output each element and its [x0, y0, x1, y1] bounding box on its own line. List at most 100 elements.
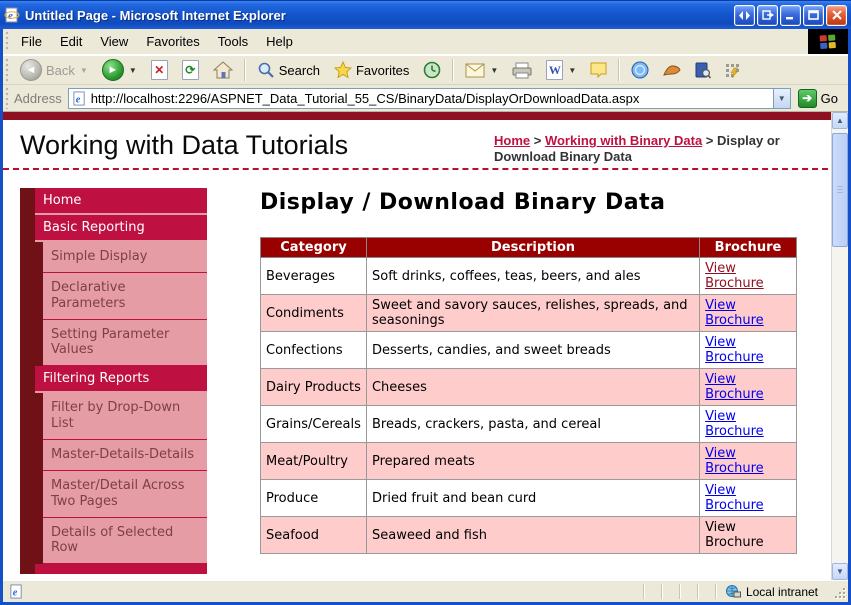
research-button[interactable] — [689, 59, 717, 82]
menubar-grip[interactable] — [5, 31, 10, 52]
edit-with-word-button[interactable]: W ▼ — [540, 57, 582, 83]
mail-button[interactable]: ▼ — [459, 60, 504, 81]
back-button[interactable]: ◄ Back ▼ — [14, 56, 94, 84]
zone-label: Local intranet — [745, 584, 818, 599]
menu-view[interactable]: View — [91, 31, 137, 52]
view-brochure-link[interactable]: View Brochure — [705, 409, 769, 439]
back-icon: ◄ — [20, 59, 42, 81]
description-cell: Dried fruit and bean curd — [365, 479, 701, 517]
description-cell: Cheeses — [365, 368, 701, 406]
main-content: Display / Download Binary Data Category D… — [260, 190, 805, 554]
home-button[interactable] — [207, 58, 239, 82]
toolbar-grip[interactable] — [5, 58, 10, 82]
vm-switch-icon[interactable] — [734, 4, 755, 26]
addon-grid-button[interactable] — [719, 60, 746, 81]
sidebar-item-details-of-selected-row[interactable]: Details of Selected Row — [43, 517, 207, 565]
vm-popout-icon[interactable] — [757, 4, 778, 26]
menu-bar: File Edit View Favorites Tools Help — [3, 29, 848, 55]
brochure-cell: View Brochure — [699, 516, 797, 554]
sidebar-item-setting-parameter-values[interactable]: Setting Parameter Values — [43, 319, 207, 367]
category-cell: Dairy Products — [260, 368, 367, 406]
stop-button[interactable]: ✕ — [145, 57, 174, 83]
view-brochure-link[interactable]: View Brochure — [705, 372, 769, 402]
sidebar-item-basic-reporting[interactable]: Basic Reporting — [35, 215, 207, 242]
close-button[interactable] — [826, 4, 847, 26]
table-row: Confections Desserts, candies, and sweet … — [260, 331, 797, 369]
sidebar-item-home[interactable]: Home — [35, 188, 207, 215]
breadcrumb-item[interactable]: Working with Binary Data — [545, 133, 702, 148]
page-title: Display / Download Binary Data — [260, 190, 666, 215]
print-button[interactable] — [506, 59, 538, 82]
security-zone: Local intranet — [725, 584, 828, 599]
vertical-scrollbar[interactable]: ▲ ▼ — [831, 112, 848, 580]
ie-page-icon: e — [10, 584, 22, 599]
print-icon — [512, 62, 532, 78]
menu-favorites[interactable]: Favorites — [137, 31, 208, 52]
go-button[interactable]: ➔ Go — [791, 86, 845, 111]
view-brochure-link[interactable]: View Brochure — [705, 335, 769, 365]
sidebar-nav: Home Basic Reporting Simple Display Declara… — [20, 188, 207, 575]
addressbar-grip[interactable] — [5, 87, 10, 109]
status-separator — [696, 584, 699, 599]
view-brochure-link[interactable]: View Brochure — [705, 298, 769, 328]
favorites-button[interactable]: Favorites — [328, 58, 415, 82]
breadcrumb-item[interactable]: Home — [494, 133, 530, 148]
scrollbar-track[interactable] — [832, 247, 848, 563]
resize-grip[interactable] — [832, 585, 846, 599]
messenger-button[interactable] — [625, 58, 655, 82]
discuss-button[interactable] — [584, 59, 613, 81]
favorites-star-icon — [333, 61, 352, 79]
menu-help[interactable]: Help — [257, 31, 302, 52]
history-button[interactable] — [417, 58, 447, 82]
category-cell: Produce — [260, 479, 367, 517]
title-bar[interactable]: e Untitled Page - Microsoft Internet Exp… — [0, 0, 851, 29]
address-input[interactable]: e http://localhost:2296/ASPNET_Data_Tuto… — [67, 87, 791, 109]
scroll-up-icon[interactable]: ▲ — [832, 112, 848, 129]
toolbar-separator — [618, 59, 621, 81]
search-button[interactable]: Search — [251, 58, 326, 82]
scroll-down-icon[interactable]: ▼ — [832, 563, 848, 580]
scrollbar-thumb[interactable] — [832, 133, 848, 247]
description-cell: Prepared meats — [365, 442, 701, 480]
page-header: Working with Data Tutorials Home > Worki… — [3, 120, 848, 170]
forward-button[interactable]: ► ▼ — [96, 56, 143, 84]
standard-buttons-toolbar: ◄ Back ▼ ► ▼ ✕ ⟳ Search Favorites ▼ W ▼ — [3, 55, 848, 85]
status-separator — [678, 584, 681, 599]
address-dropdown-icon[interactable]: ▼ — [772, 88, 790, 108]
ie-page-icon: e — [73, 90, 85, 106]
page-viewport: Working with Data Tutorials Home > Worki… — [3, 112, 848, 580]
breadcrumb: Home > Working with Binary Data > Displa… — [494, 130, 834, 168]
ie-page-icon: e — [4, 7, 20, 23]
menu-edit[interactable]: Edit — [51, 31, 91, 52]
brochure-cell: View Brochure — [699, 331, 797, 369]
view-brochure-link[interactable]: View Brochure — [705, 483, 769, 513]
brochure-cell: View Brochure — [699, 405, 797, 443]
back-dropdown-icon: ▼ — [79, 65, 88, 75]
table-row: Seafood Seaweed and fish View Brochure — [260, 516, 797, 554]
page-top-bar — [3, 112, 848, 120]
addon-fox-button[interactable] — [657, 60, 687, 80]
menu-tools[interactable]: Tools — [209, 31, 257, 52]
view-brochure-link[interactable]: View Brochure — [705, 446, 769, 476]
sidebar-item-filtering-reports[interactable]: Filtering Reports — [35, 366, 207, 394]
sidebar-item-filter-by-drop-down-list[interactable]: Filter by Drop-Down List — [43, 393, 207, 441]
fox-icon — [663, 65, 681, 76]
maximize-button[interactable] — [803, 4, 824, 26]
address-url-text[interactable]: http://localhost:2296/ASPNET_Data_Tutori… — [87, 91, 773, 106]
menu-file[interactable]: File — [12, 31, 51, 52]
sidebar-item-partial[interactable] — [35, 564, 207, 575]
status-separator — [642, 584, 645, 599]
sidebar-item-simple-display[interactable]: Simple Display — [43, 242, 207, 273]
minimize-button[interactable] — [780, 4, 801, 26]
mail-dropdown-icon: ▼ — [490, 65, 499, 75]
view-brochure-link[interactable]: View Brochure — [705, 261, 769, 291]
stop-icon: ✕ — [150, 60, 168, 80]
sidebar-item-declarative-parameters[interactable]: Declarative Parameters — [43, 272, 207, 320]
sidebar-item-master-detail-across-two-pages[interactable]: Master/Detail Across Two Pages — [43, 470, 207, 518]
sidebar-item-master-details-details[interactable]: Master-Details-Details — [43, 440, 207, 471]
table-row: Beverages Soft drinks, coffees, teas, bee… — [260, 257, 797, 295]
description-cell: Desserts, candies, and sweet breads — [365, 331, 701, 369]
refresh-button[interactable]: ⟳ — [176, 57, 205, 83]
status-separator — [714, 584, 717, 599]
address-bar: Address e http://localhost:2296/ASPNET_D… — [3, 85, 848, 112]
